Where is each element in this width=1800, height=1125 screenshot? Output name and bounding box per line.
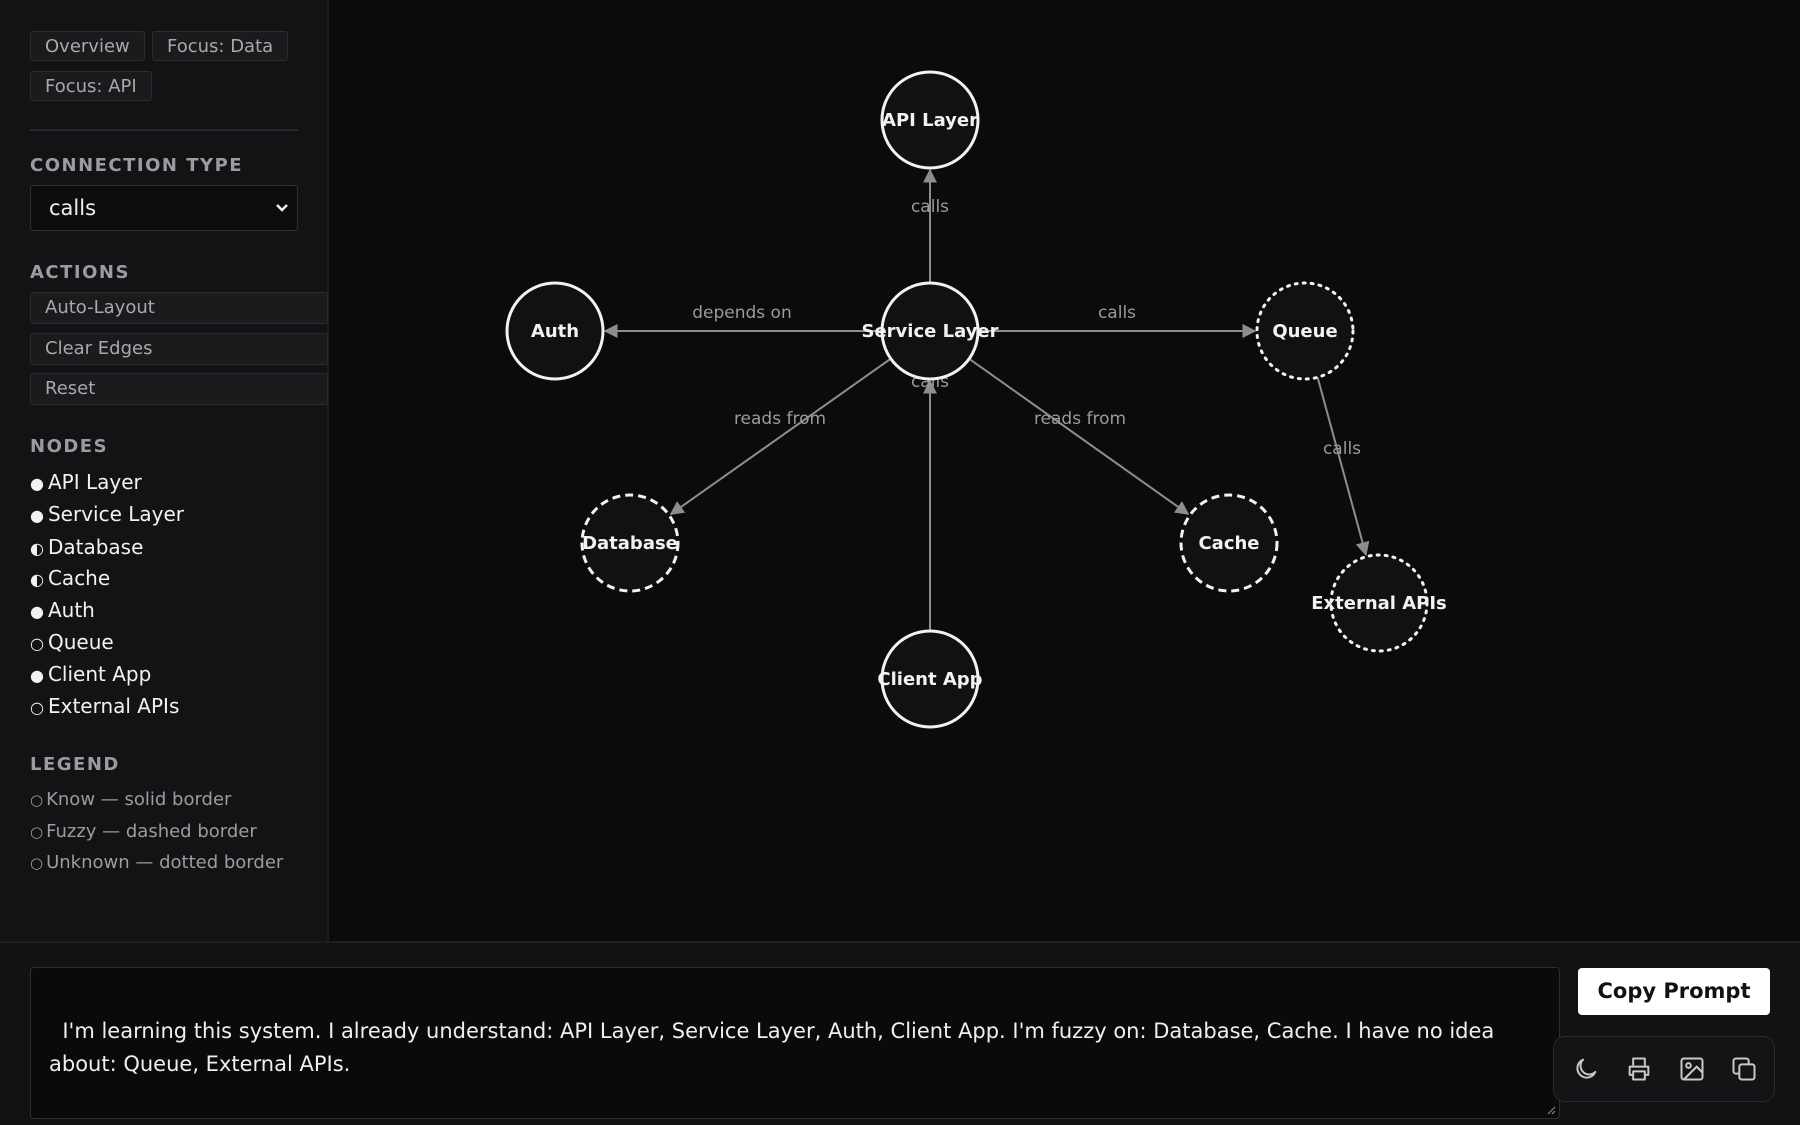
copy-prompt-button[interactable]: Copy Prompt — [1578, 968, 1770, 1015]
node-external[interactable]: External APIs — [1311, 553, 1447, 653]
moon-icon[interactable] — [1572, 1055, 1600, 1083]
status-icon: ● — [30, 506, 44, 525]
auto-layout-button[interactable]: Auto-Layout — [30, 292, 328, 324]
legend-title: LEGEND — [30, 754, 120, 775]
reset-button[interactable]: Reset — [30, 373, 328, 405]
node-list-item[interactable]: ○ Queue — [30, 630, 114, 654]
node-list-item[interactable]: ○ External APIs — [30, 694, 179, 718]
node-label: API Layer — [882, 110, 978, 131]
node-list-label: External APIs — [47, 694, 180, 718]
legend-label: Fuzzy — dashed border — [46, 821, 257, 842]
resize-handle-icon[interactable] — [1546, 1105, 1556, 1115]
legend-label: Unknown — dotted border — [46, 852, 284, 873]
edge-label: reads from — [1034, 409, 1126, 429]
status-icon: ◐ — [30, 539, 44, 558]
clear-edges-button[interactable]: Clear Edges — [30, 333, 328, 365]
connection-type-select[interactable]: calls — [30, 185, 298, 231]
legend-item-know: ○ Know — solid border — [30, 789, 231, 810]
legend-item-unknown: ○ Unknown — dotted border — [30, 852, 283, 873]
node-label: Client App — [877, 669, 982, 690]
prompt-text: I'm learning this system. I already unde… — [49, 1019, 1495, 1076]
legend-label: Know — solid border — [46, 789, 232, 810]
nodes-title: NODES — [30, 436, 109, 457]
graph-canvas[interactable]: calls depends on calls reads from reads from… — [331, 0, 1800, 941]
node-list-item[interactable]: ● Client App — [30, 662, 151, 686]
sidebar-divider — [30, 129, 298, 131]
edge-service-database[interactable] — [669, 357, 892, 515]
edge-label: reads from — [734, 409, 826, 429]
sidebar: Overview Focus: Data Focus: API CONNECTI… — [0, 0, 329, 941]
node-client[interactable]: Client App — [877, 629, 983, 729]
node-label: External APIs — [1311, 593, 1447, 614]
node-list-item[interactable]: ● Service Layer — [30, 502, 184, 526]
edge-label: calls — [911, 197, 949, 217]
legend-item-fuzzy: ○ Fuzzy — dashed border — [30, 821, 257, 842]
node-api[interactable]: API Layer — [880, 70, 980, 170]
node-list-label: API Layer — [47, 470, 142, 494]
node-auth[interactable]: Auth — [505, 281, 605, 381]
status-icon: ● — [30, 666, 44, 685]
image-icon[interactable] — [1678, 1055, 1706, 1083]
node-list-label: Queue — [47, 630, 114, 654]
view-focus-api-button[interactable]: Focus: API — [30, 71, 152, 101]
actions-title: ACTIONS — [30, 262, 130, 283]
node-label: Cache — [1198, 533, 1259, 554]
node-database[interactable]: Database — [580, 493, 680, 593]
status-icon: ● — [30, 474, 44, 493]
view-overview-button[interactable]: Overview — [30, 31, 145, 61]
status-icon: ● — [30, 602, 44, 621]
view-focus-data-button[interactable]: Focus: Data — [152, 31, 289, 61]
node-list-label: Database — [47, 535, 144, 559]
node-list-label: Client App — [47, 662, 152, 686]
node-list-label: Service Layer — [47, 502, 185, 526]
node-queue[interactable]: Queue — [1255, 281, 1355, 381]
printer-icon[interactable] — [1625, 1055, 1653, 1083]
circle-icon: ○ — [30, 791, 44, 809]
edge-service-cache[interactable] — [968, 357, 1190, 515]
node-label: Service Layer — [862, 321, 999, 342]
node-list-item[interactable]: ◐ Database — [30, 535, 143, 559]
edge-label: depends on — [692, 303, 792, 323]
node-list-label: Auth — [47, 598, 95, 622]
node-list-item[interactable]: ● API Layer — [30, 470, 142, 494]
node-label: Auth — [531, 321, 579, 342]
status-icon: ○ — [30, 634, 44, 653]
node-label: Database — [582, 533, 678, 554]
floating-toolbar — [1553, 1036, 1775, 1102]
node-list-item[interactable]: ● Auth — [30, 598, 95, 622]
status-icon: ○ — [30, 698, 44, 717]
node-list-label: Cache — [47, 566, 111, 590]
connection-type-title: CONNECTION TYPE — [30, 155, 244, 176]
prompt-textarea[interactable]: I'm learning this system. I already unde… — [30, 967, 1560, 1119]
edge-label: calls — [1098, 303, 1136, 323]
connection-type-value: calls — [49, 196, 97, 220]
status-icon: ◐ — [30, 570, 44, 589]
chevron-down-icon — [275, 186, 289, 248]
edge-queue-external[interactable] — [1316, 377, 1370, 557]
edge-label: calls — [1323, 439, 1361, 459]
graph-svg[interactable]: calls depends on calls reads from reads from… — [331, 0, 1800, 941]
copy-icon[interactable] — [1730, 1055, 1758, 1083]
circle-icon: ○ — [30, 823, 44, 841]
node-cache[interactable]: Cache — [1179, 493, 1279, 593]
node-list-item[interactable]: ◐ Cache — [30, 566, 110, 590]
node-label: Queue — [1272, 321, 1337, 342]
circle-icon: ○ — [30, 854, 44, 872]
